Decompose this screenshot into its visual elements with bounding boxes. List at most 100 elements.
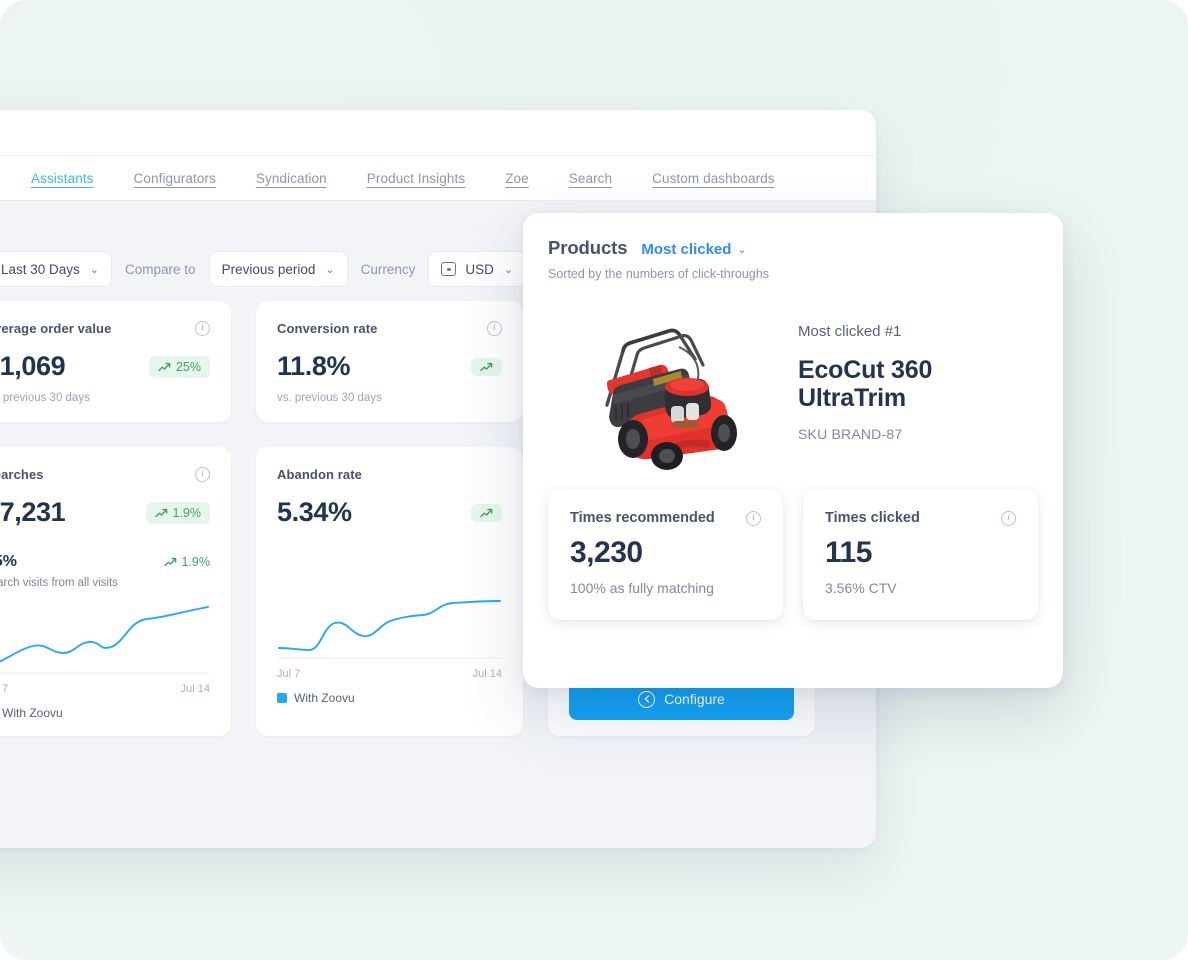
- chevron-down-icon: ⌄: [737, 244, 747, 256]
- page-backdrop: Assistants Configurators Syndication Pro…: [0, 0, 1188, 960]
- legend-swatch-icon: [277, 693, 287, 704]
- card-abandon-rate: Abandon rate i 5.34%: [256, 447, 523, 737]
- trend-badge: 25%: [148, 355, 210, 378]
- card-header: Searches i: [0, 467, 210, 483]
- product-info: Most clicked #1 EcoCut 360 UltraTrim SKU…: [798, 301, 1038, 472]
- card-title: Average order value: [0, 321, 112, 336]
- legend-label: With Zoovu: [2, 706, 63, 721]
- metric-row: $1,069 25%: [0, 351, 210, 381]
- nav-tab-assistants[interactable]: Assistants: [31, 171, 94, 186]
- info-icon[interactable]: i: [195, 467, 210, 483]
- sort-value: Most clicked: [641, 241, 732, 258]
- metric-subtitle: vs. previous 30 days: [0, 392, 90, 405]
- axis-end-label: Jul 14: [472, 668, 502, 681]
- sparkline-svg: [277, 600, 502, 659]
- currency-value: USD: [465, 261, 494, 277]
- secondary-trend-value: 1.9%: [181, 555, 211, 570]
- metric-card-header: Times recommended i: [570, 510, 761, 526]
- card-title: Conversion rate: [277, 321, 378, 336]
- trend-up-icon: [154, 508, 167, 517]
- product-image-container: [548, 301, 788, 472]
- nav-tab-product-insights[interactable]: Product Insights: [367, 171, 465, 186]
- nav-tab-configurators[interactable]: Configurators: [134, 171, 216, 186]
- metric-spacer-2: [277, 550, 502, 574]
- info-icon[interactable]: i: [195, 321, 210, 336]
- metric-card-subtitle: 100% as fully matching: [570, 580, 714, 596]
- products-panel-header: Products Most clicked ⌄: [548, 237, 1038, 259]
- card-average-order-value: Average order value i $1,069 25%: [0, 301, 231, 423]
- sparkline-axis: Jul 7 Jul 14: [277, 668, 502, 680]
- chart-legend: With Zoovu: [277, 691, 502, 705]
- metric-row: 11.8%: [277, 351, 502, 381]
- metric-value: 11.8%: [277, 351, 351, 381]
- nav-tab-custom-dashboards[interactable]: Custom dashboards: [652, 171, 775, 186]
- compare-period-value: Previous period: [221, 261, 316, 277]
- metric-card-times-recommended: Times recommended i 3,230 100% as fully …: [548, 490, 783, 620]
- nav-tab-zoe[interactable]: Zoe: [505, 171, 529, 186]
- trend-up-icon: [480, 362, 493, 371]
- products-panel: Products Most clicked ⌄ Sorted by the nu…: [523, 213, 1063, 688]
- chevron-down-icon: ⌄: [325, 263, 335, 276]
- card-header: Abandon rate i: [277, 467, 502, 482]
- arrow-left-circle-icon: [638, 690, 656, 708]
- legend-label: With Zoovu: [294, 691, 355, 706]
- metric-card-times-clicked: Times clicked i 115 3.56% CTV: [803, 490, 1038, 620]
- compare-to-label: Compare to: [125, 261, 196, 277]
- secondary-metric-row: 15% 1.9%: [0, 553, 210, 571]
- info-icon[interactable]: i: [487, 321, 502, 336]
- metric-card-subtitle: 3.56% CTV: [825, 580, 897, 596]
- metric-row: 5.34%: [277, 497, 502, 528]
- metric-card-title: Times recommended: [570, 510, 715, 526]
- secondary-metric-value: 15%: [0, 553, 18, 571]
- trend-badge: [471, 357, 502, 376]
- card-title: Searches: [0, 467, 44, 483]
- card-header: Conversion rate i: [277, 321, 502, 336]
- product-sku: SKU BRAND-87: [798, 426, 903, 442]
- metric-card-title: Times clicked: [825, 510, 920, 526]
- trend-value: 25%: [175, 359, 201, 374]
- axis-start-label: Jul 7: [0, 683, 9, 696]
- currency-label: Currency: [360, 261, 416, 277]
- chevron-down-icon: ⌄: [89, 263, 100, 276]
- metric-value: $1,069: [0, 351, 66, 381]
- currency-icon: [441, 262, 457, 276]
- trend-up-icon: [158, 362, 171, 371]
- metric-value: 5.34%: [277, 497, 352, 528]
- metric-card-value: 3,230: [570, 536, 643, 569]
- product-metrics: Times recommended i 3,230 100% as fully …: [548, 490, 1038, 620]
- product-name: EcoCut 360 UltraTrim: [798, 356, 933, 412]
- metric-card-header: Times clicked i: [825, 510, 1016, 526]
- product-detail: Most clicked #1 EcoCut 360 UltraTrim SKU…: [548, 301, 1038, 472]
- info-icon[interactable]: i: [746, 510, 761, 526]
- trend-up-icon: [480, 508, 493, 517]
- product-image-lawn-mower: [605, 328, 737, 470]
- currency-selector[interactable]: USD ⌄: [428, 251, 527, 287]
- metric-value: 17,231: [0, 497, 66, 528]
- date-range-selector[interactable]: Last 30 Days ⌄: [0, 251, 113, 287]
- product-rank-label: Most clicked #1: [798, 323, 902, 340]
- card-header: Average order value i: [0, 321, 210, 336]
- nav-tab-search[interactable]: Search: [569, 171, 612, 186]
- info-icon[interactable]: i: [1001, 510, 1016, 526]
- products-panel-subtitle: Sorted by the numbers of click-throughs: [548, 267, 769, 281]
- trend-badge: 1.9%: [145, 501, 210, 524]
- nav-tab-syndication[interactable]: Syndication: [256, 171, 327, 186]
- sparkline-svg: [0, 606, 210, 674]
- sort-selector[interactable]: Most clicked ⌄: [641, 241, 746, 258]
- metric-card-value: 115: [825, 536, 872, 569]
- chevron-down-icon: ⌄: [503, 263, 514, 276]
- secondary-metric-label: search visits from all visits: [0, 577, 118, 590]
- card-conversion-rate: Conversion rate i 11.8% vs. previous 30 …: [256, 301, 523, 423]
- metric-spacer: [277, 533, 502, 550]
- axis-start-label: Jul 7: [277, 668, 301, 681]
- metric-row: 17,231 1.9%: [0, 497, 210, 528]
- compare-period-selector[interactable]: Previous period ⌄: [208, 251, 348, 287]
- app-header-bar: [0, 110, 876, 156]
- trend-value: 1.9%: [172, 505, 202, 520]
- abandon-rate-sparkline-chart: Jul 7 Jul 14 With Zoovu: [277, 590, 502, 705]
- searches-sparkline-chart: Jul 7 Jul 14 With Zoovu: [0, 605, 210, 720]
- date-range-value: Last 30 Days: [1, 261, 80, 277]
- trend-up-icon: [163, 558, 176, 567]
- page-title: Products: [548, 237, 628, 258]
- axis-end-label: Jul 14: [180, 683, 210, 696]
